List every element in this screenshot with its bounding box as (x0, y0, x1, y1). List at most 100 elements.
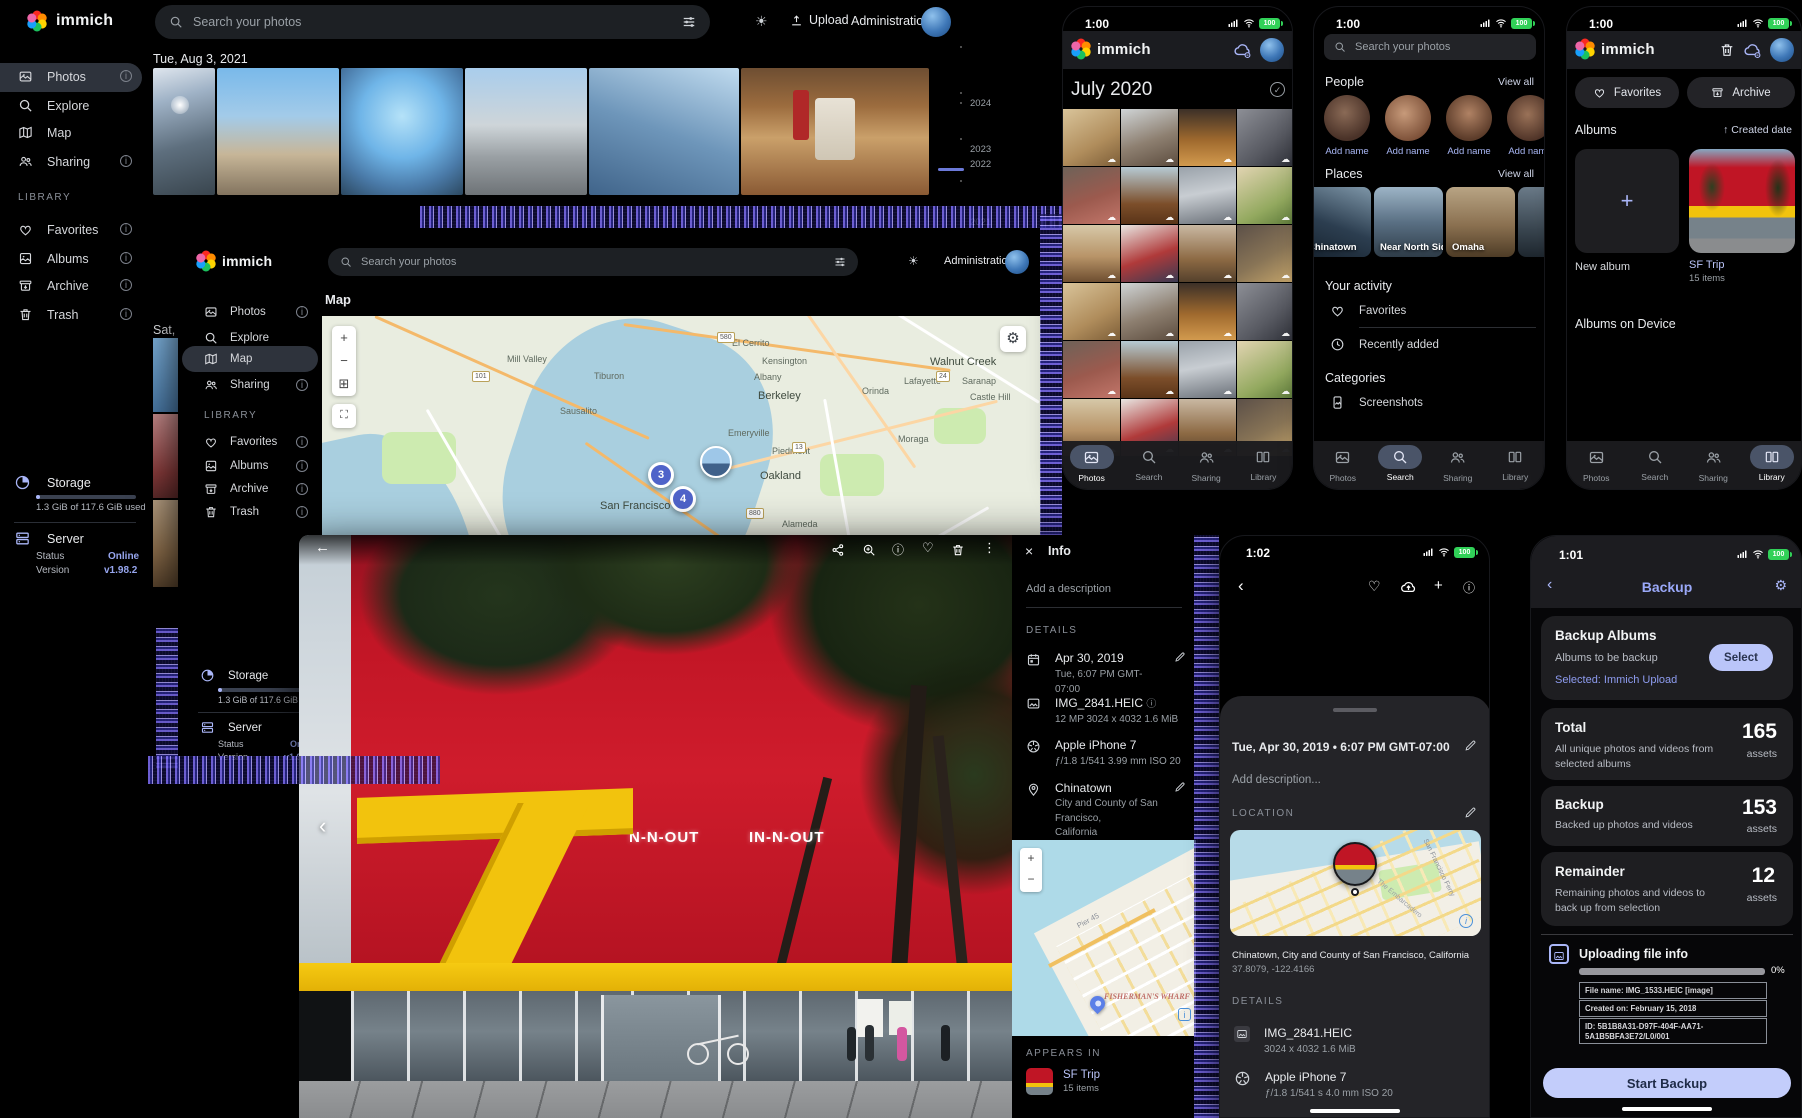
nav-sharing[interactable]: Sharing (1178, 445, 1235, 483)
zoom-in-icon[interactable] (862, 543, 876, 557)
sidebar-item-albums[interactable]: Albums (204, 459, 268, 473)
avatar[interactable] (1260, 38, 1284, 62)
nav-library[interactable]: Library (1487, 445, 1545, 482)
info-icon[interactable]: i (120, 70, 132, 82)
add-name-link[interactable]: Add name (1445, 146, 1493, 157)
location-mini-map[interactable]: Pier 45 FISHERMAN'S WHARF +− i (1012, 840, 1196, 1036)
edit-date-pencil-icon[interactable] (1464, 739, 1477, 752)
photo-tile[interactable] (1063, 341, 1120, 398)
sidebar-item-explore[interactable]: Explore (204, 331, 269, 345)
sidebar-item-sharing[interactable]: Sharing (18, 154, 90, 169)
edit-pencil-icon[interactable] (1174, 781, 1186, 793)
photo-thumbnail[interactable] (217, 68, 339, 195)
immich-logo[interactable]: immich (196, 251, 272, 270)
photo-tile[interactable] (1063, 225, 1120, 282)
favorites-button[interactable]: Favorites (1575, 77, 1679, 108)
close-icon[interactable]: × (1025, 543, 1033, 559)
sidebar-item-photos[interactable]: Photos (18, 69, 86, 84)
photo-sliver[interactable] (153, 414, 178, 498)
photo-thumbnail[interactable] (341, 68, 463, 195)
delete-trash-icon[interactable] (951, 543, 965, 557)
nav-library[interactable]: Library (1235, 445, 1292, 482)
face-avatar[interactable] (1324, 95, 1370, 141)
sidebar-item-archive[interactable]: Archive (204, 482, 268, 496)
archive-button[interactable]: Archive (1687, 77, 1795, 108)
more-options-kebab-icon[interactable]: ⋮ (983, 540, 996, 556)
info-icon[interactable]: ⓘ (1463, 579, 1475, 596)
location-mini-map[interactable]: San Francisco Ferry The Embarcadero i (1230, 830, 1481, 936)
album-row[interactable]: SF Trip 15 items (1026, 1068, 1100, 1095)
trash-icon[interactable] (1719, 42, 1735, 58)
map-photo-marker[interactable] (700, 446, 732, 478)
administration-link[interactable]: Administration (944, 255, 1014, 267)
scrubber-handle[interactable] (938, 168, 964, 171)
info-icon[interactable]: i (296, 506, 308, 518)
add-name-link[interactable]: Add name (1323, 146, 1371, 157)
administration-link[interactable]: Administration (851, 14, 930, 28)
place-tile[interactable]: Omaha (1446, 187, 1515, 257)
sidebar-item-map-active[interactable]: Map (204, 352, 252, 366)
info-icon[interactable]: i (296, 436, 308, 448)
select-all-check-icon[interactable]: ✓ (1270, 82, 1285, 97)
immich-logo[interactable]: immich (26, 10, 113, 32)
filter-sliders-icon[interactable] (682, 15, 696, 29)
add-name-link[interactable]: Add name (1506, 146, 1545, 157)
sidebar-item-sharing[interactable]: Sharing (204, 378, 270, 392)
map-zoom-controls[interactable]: +−⊞ (332, 326, 356, 396)
photo-tile[interactable] (1179, 341, 1236, 398)
photo-tile[interactable] (1063, 167, 1120, 224)
cloud-sync-icon[interactable] (1743, 41, 1762, 60)
nav-photos[interactable]: Photos (1063, 445, 1120, 483)
album-cover-sf-trip[interactable] (1689, 149, 1795, 253)
add-plus-icon[interactable]: + (1434, 577, 1443, 594)
photo-tile[interactable] (1237, 341, 1293, 398)
photo-tile[interactable] (1237, 225, 1293, 282)
previous-photo-chevron[interactable]: ‹ (319, 813, 326, 839)
avatar[interactable] (1770, 38, 1794, 62)
people-view-all-link[interactable]: View all (1498, 76, 1534, 88)
search-input[interactable]: Search your photos (1324, 34, 1536, 60)
avatar[interactable] (1005, 250, 1029, 274)
theme-toggle-sun-icon[interactable]: ☀ (755, 13, 768, 30)
photo-tile[interactable] (1063, 109, 1120, 166)
nav-search[interactable]: Search (1120, 445, 1177, 482)
photo-thumbnail[interactable] (741, 68, 929, 195)
map-cluster-marker[interactable]: 3 (648, 462, 674, 488)
map-settings-gear-icon[interactable]: ⚙ (1000, 326, 1026, 352)
photo-tile[interactable] (1121, 167, 1178, 224)
map-attribution-icon[interactable]: i (1459, 914, 1473, 928)
face-avatar[interactable] (1385, 95, 1431, 141)
info-icon[interactable]: ⓘ (892, 541, 904, 558)
photo-thumbnail[interactable] (153, 68, 215, 195)
edit-location-pencil-icon[interactable] (1464, 806, 1477, 819)
photo-tile[interactable] (1237, 167, 1293, 224)
info-icon[interactable]: i (120, 279, 132, 291)
sidebar-item-map[interactable]: Map (18, 125, 71, 140)
map-cluster-marker[interactable]: 4 (670, 486, 696, 512)
avatar[interactable] (921, 7, 951, 37)
cloud-sync-icon[interactable] (1233, 41, 1252, 60)
search-input[interactable]: Search your photos (155, 5, 710, 39)
nav-sharing[interactable]: Sharing (1684, 445, 1743, 483)
favorites-row[interactable]: Favorites (1330, 303, 1406, 318)
sort-created-date[interactable]: ↑ Created date (1723, 124, 1792, 136)
sidebar-item-explore[interactable]: Explore (18, 98, 89, 113)
photo-tile[interactable] (1237, 283, 1293, 340)
photo-tile[interactable] (1121, 341, 1178, 398)
info-icon[interactable]: i (120, 252, 132, 264)
photo-tile[interactable] (1121, 225, 1178, 282)
place-tile[interactable]: Chinatown (1313, 187, 1371, 257)
photo-tile[interactable] (1121, 109, 1178, 166)
theme-toggle-sun-icon[interactable]: ☀ (908, 254, 919, 268)
share-icon[interactable] (831, 543, 845, 557)
nav-library[interactable]: Library (1743, 445, 1802, 482)
map-fullscreen-button[interactable]: ⛶ (332, 404, 356, 428)
info-icon[interactable]: i (120, 308, 132, 320)
info-icon[interactable]: i (296, 483, 308, 495)
back-chevron-icon[interactable]: ‹ (1238, 576, 1244, 596)
photo-thumbnail[interactable] (589, 68, 739, 195)
photo-sliver[interactable] (153, 500, 178, 587)
info-icon[interactable]: i (120, 223, 132, 235)
photo-location-marker[interactable] (1333, 842, 1377, 886)
search-input[interactable]: Search your photos (328, 248, 858, 276)
